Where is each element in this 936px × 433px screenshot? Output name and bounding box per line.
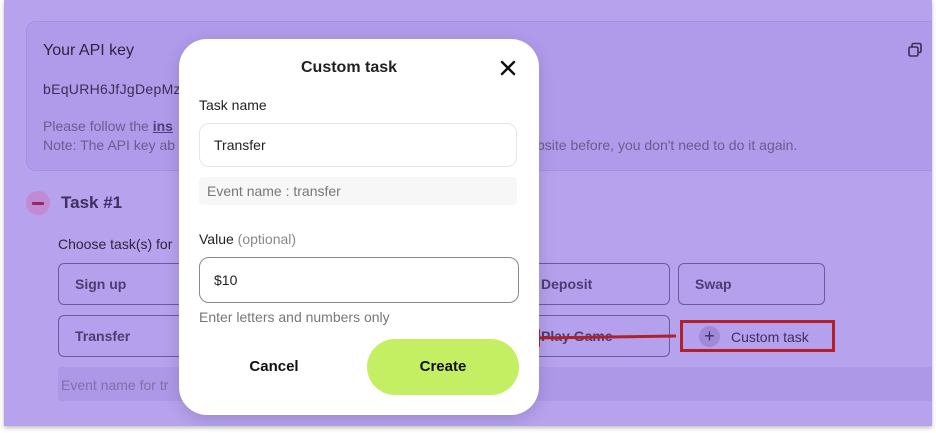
api-note-line2: Note: The API key ab <box>43 137 176 153</box>
custom-task-label: Custom task <box>731 329 809 345</box>
modal-title: Custom task <box>300 59 398 76</box>
task-name-label: Task name <box>199 97 267 113</box>
collapse-task-button[interactable] <box>26 191 50 215</box>
instructions-link[interactable]: ins <box>153 118 173 134</box>
copy-icon[interactable] <box>907 42 923 58</box>
api-key-value: bEqURH6JfJgDepMz <box>43 81 181 97</box>
event-name-hint: Event name : transfer <box>199 177 517 205</box>
create-button[interactable]: Create <box>367 339 519 395</box>
value-label: Value (optional) <box>199 231 296 247</box>
plus-icon: + <box>699 326 720 347</box>
value-optional-label: (optional) <box>237 231 297 247</box>
page-background: Your API key bEqURH6JfJgDepMz Please fol… <box>4 0 932 426</box>
value-label-text: Value <box>199 231 234 247</box>
api-key-title: Your API key <box>43 42 135 59</box>
api-note-line1: Please follow the ins <box>43 118 173 134</box>
task-name-input[interactable]: Transfer <box>199 123 517 167</box>
task-transfer-button[interactable]: Transfer <box>58 315 198 357</box>
task-play-game-button[interactable]: Play Game <box>524 315 670 357</box>
close-icon[interactable] <box>499 59 517 77</box>
custom-task-modal: Custom task Task name Transfer Event nam… <box>179 39 539 415</box>
api-note-line2-tail: bsite before, you don't need to do it ag… <box>537 137 798 153</box>
api-note-prefix: Please follow the <box>43 118 153 134</box>
value-input[interactable]: $10 <box>199 257 519 303</box>
task-title: Task #1 <box>61 193 123 212</box>
task-swap-button[interactable]: Swap <box>678 263 825 305</box>
task-deposit-button[interactable]: Deposit <box>524 263 670 305</box>
custom-task-button[interactable]: + Custom task <box>680 320 835 352</box>
value-hint: Enter letters and numbers only <box>199 309 390 325</box>
choose-task-label: Choose task(s) for <box>58 236 173 252</box>
event-name-placeholder: Event name for tr <box>61 377 169 393</box>
task-sign-up-button[interactable]: Sign up <box>58 263 198 305</box>
cancel-button[interactable]: Cancel <box>199 339 349 395</box>
